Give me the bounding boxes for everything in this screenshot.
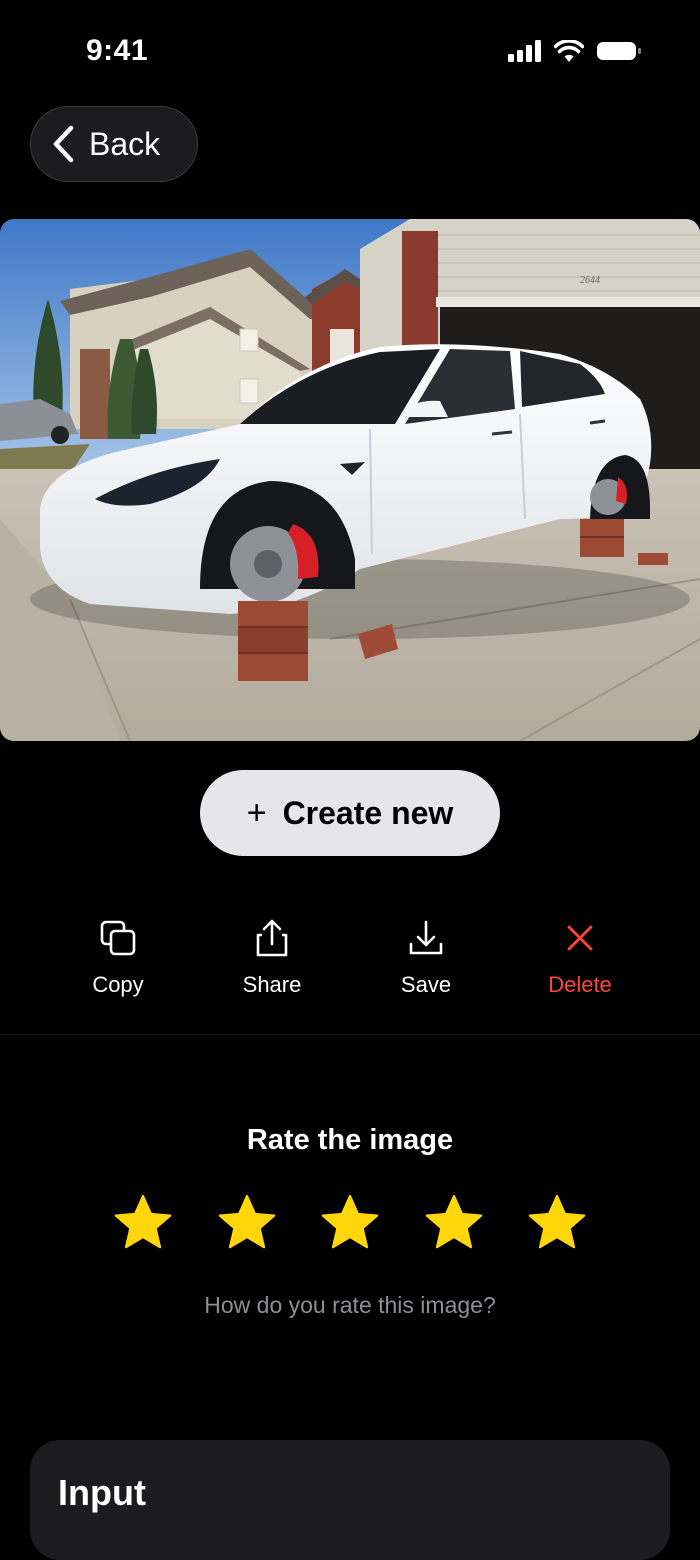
input-title: Input: [58, 1472, 146, 1513]
create-new-button[interactable]: + Create new: [200, 770, 500, 856]
copy-label: Copy: [92, 972, 144, 997]
star-icon[interactable]: [214, 1190, 280, 1256]
create-new-label: Create new: [282, 794, 454, 831]
copy-button[interactable]: Copy: [58, 918, 178, 998]
divider: [0, 1034, 700, 1035]
back-label: Back: [89, 125, 161, 162]
battery-icon: [597, 42, 641, 60]
car-photo: 2644: [0, 219, 700, 741]
star-icon[interactable]: [524, 1190, 590, 1256]
status-bar: 9:41: [0, 0, 700, 104]
share-button[interactable]: Share: [212, 918, 332, 998]
rate-title: Rate the image: [246, 1124, 454, 1156]
save-label: Save: [400, 972, 452, 997]
cellular-signal-icon: [508, 40, 541, 62]
action-bar: Copy Share Save Delete: [0, 918, 700, 1008]
input-card: Input: [30, 1440, 670, 1560]
share-icon: [256, 919, 288, 957]
rate-hint: How do you rate this image?: [204, 1292, 496, 1318]
back-button[interactable]: Back: [30, 106, 198, 182]
star-rating: [110, 1190, 590, 1256]
save-button[interactable]: Save: [366, 918, 486, 998]
download-icon: [409, 920, 443, 955]
star-icon[interactable]: [421, 1190, 487, 1256]
house-number: 2644: [580, 275, 600, 286]
wifi-icon: [554, 40, 584, 62]
star-icon[interactable]: [110, 1190, 176, 1256]
plus-icon: +: [246, 794, 267, 832]
generated-image[interactable]: 2644: [0, 219, 700, 741]
status-icons: [508, 40, 642, 62]
close-icon: [567, 925, 593, 951]
chevron-left-icon: [53, 125, 74, 163]
delete-button[interactable]: Delete: [520, 918, 640, 998]
share-label: Share: [242, 972, 302, 997]
copy-icon: [100, 920, 136, 956]
delete-label: Delete: [548, 972, 612, 997]
star-icon[interactable]: [317, 1190, 383, 1256]
status-time: 9:41: [86, 34, 149, 67]
